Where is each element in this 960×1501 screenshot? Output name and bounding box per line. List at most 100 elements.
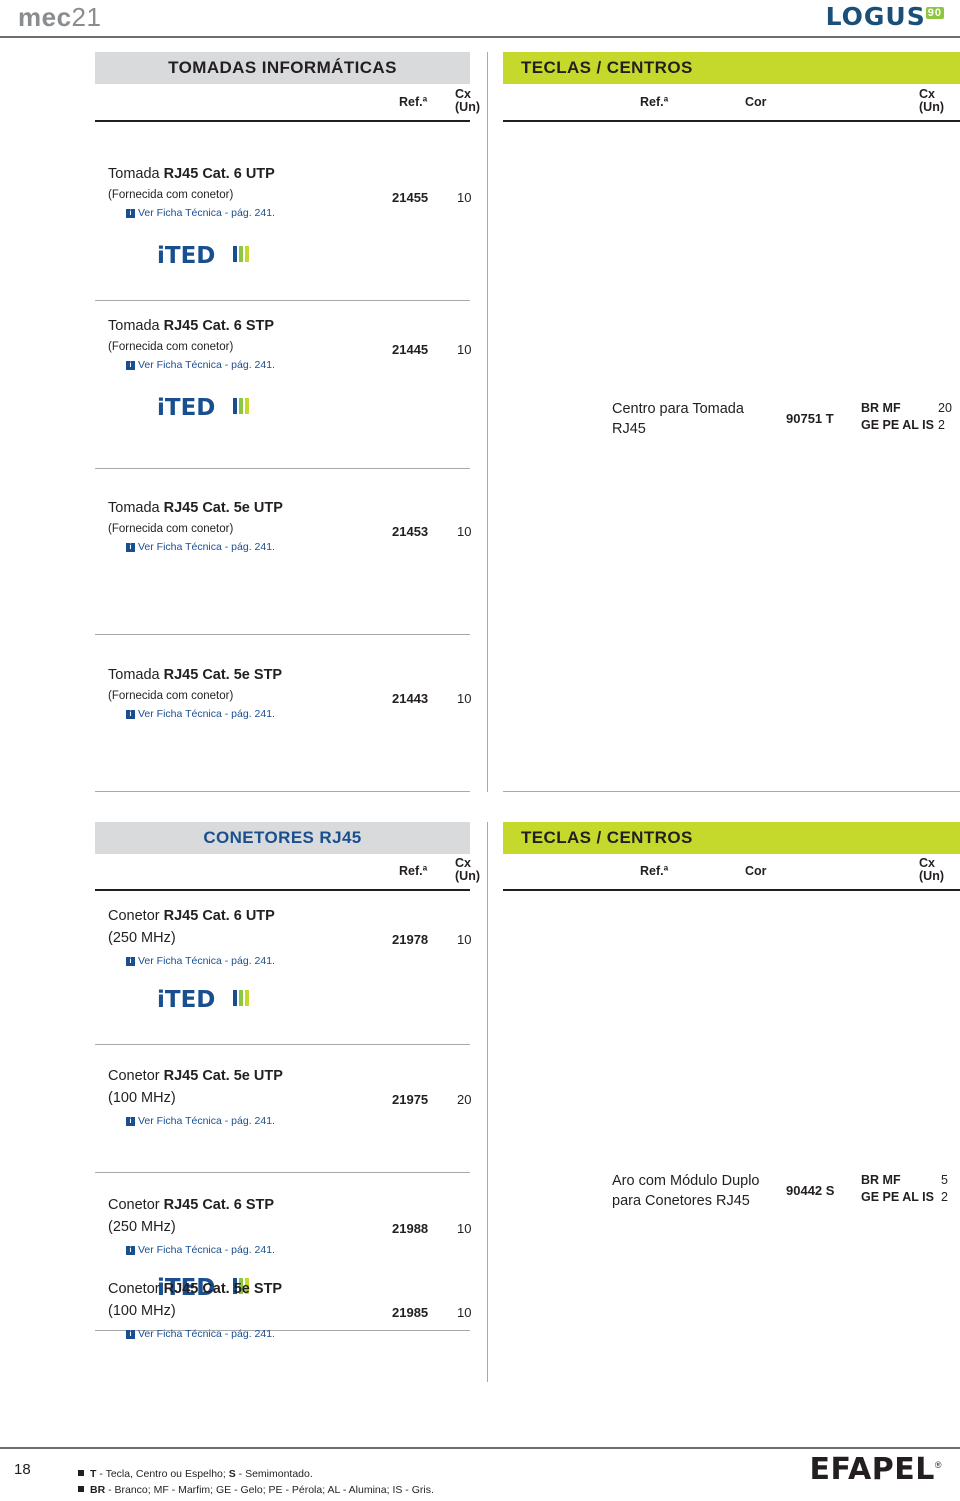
product-qty: 20 [457,1092,472,1107]
product-ref: 21445 [392,342,429,357]
column-header-cx-label-right: Cx [919,87,935,101]
bullet-icon [78,1486,84,1492]
section-title: TECLAS / CENTROS [521,828,693,847]
product-subtitle: (250 MHz) [108,1219,176,1235]
product-qty: 10 [457,1305,472,1320]
legend-rest-2: - Semimontado. [235,1468,313,1480]
column-header-un-label: (Un) [455,100,480,115]
column-header-cx-label: Cx [455,87,471,101]
info-icon: i [126,1330,135,1339]
column-header-ref-right-2: Ref.ª [640,864,669,878]
right-product-line1: Aro com Módulo Duplo [612,1173,760,1189]
info-icon: i [126,957,135,966]
datasheet-link[interactable]: i Ver Ficha Técnica - pág. 241. [126,1115,275,1127]
datasheet-link[interactable]: i Ver Ficha Técnica - pág. 241. [126,1328,275,1340]
svg-text:iTED: iTED [157,395,215,421]
product-ref: 21975 [392,1092,429,1107]
brand-mec: mec21 [18,2,101,33]
info-icon: i [126,361,135,370]
product-title-plain: Tomada [108,667,164,683]
info-icon: i [126,1246,135,1255]
product-ref: 21985 [392,1305,429,1320]
svg-text:iTED: iTED [157,987,215,1013]
legend-rest-1: - Tecla, Centro ou Espelho; [96,1468,229,1480]
datasheet-link[interactable]: i Ver Ficha Técnica - pág. 241. [126,541,275,553]
section-header-teclas-centros-top: TECLAS / CENTROS [503,52,960,84]
right-product-qty: 52 [941,1172,948,1206]
logus-logo-text: LOGUS [825,2,926,31]
product-title-plain: Tomada [108,166,164,182]
product-title-plain: Conetor [108,1197,164,1213]
section-title: TOMADAS INFORMÁTICAS [168,58,397,77]
product-title: Conetor RJ45 Cat. 5e STP [108,1281,282,1297]
product-qty: 10 [457,932,472,947]
right-product-ref: 90751 T [786,411,834,426]
logus-logo-sup: 90 [925,6,944,19]
product-title-bold: RJ45 Cat. 5e STP [163,667,283,683]
divider [503,791,960,792]
right-product-line1: Centro para Tomada [612,401,744,417]
legend-bold-s: S [228,1468,236,1480]
product-title: Tomada RJ45 Cat. 5e UTP [108,500,283,516]
product-subtitle: (100 MHz) [108,1303,176,1319]
divider-right-head [503,120,960,122]
datasheet-text: Ver Ficha Técnica - pág. 241. [138,541,275,553]
column-header-cor-right-2: Cor [745,864,767,878]
product-title-bold: RJ45 Cat. 5e UTP [163,1068,283,1084]
product-title-bold: RJ45 Cat. 5e UTP [163,500,283,516]
product-title-bold: RJ45 Cat. 6 UTP [163,908,275,924]
color-line2: GE PE AL IS [861,417,934,432]
footer-divider [0,1447,960,1449]
product-title-plain: Conetor [108,1281,164,1297]
divider [95,1044,470,1045]
qty-line2: 2 [938,417,945,432]
datasheet-text: Ver Ficha Técnica - pág. 241. [138,1115,275,1127]
product-title-bold: RJ45 Cat. 6 STP [163,1197,275,1213]
page-number: 18 [14,1461,31,1478]
column-divider-2 [487,822,488,1382]
product-title: Tomada RJ45 Cat. 5e STP [108,667,282,683]
section-header-tomadas-informaticas: TOMADAS INFORMÁTICAS [95,52,470,84]
divider-left-head-2 [95,889,470,891]
qty-line2: 2 [941,1189,948,1204]
color-line2: GE PE AL IS [861,1189,934,1204]
column-header-un-label-2: (Un) [455,869,480,884]
divider [95,1172,470,1173]
column-header-cor-right: Cor [745,95,767,109]
product-title-plain: Tomada [108,318,164,334]
right-product-colors: BR MF GE PE AL IS [861,400,934,434]
product-subtitle: (250 MHz) [108,930,176,946]
column-header-ref: Ref.ª [399,95,428,109]
column-header-ref-right: Ref.ª [640,95,669,109]
datasheet-link[interactable]: i Ver Ficha Técnica - pág. 241. [126,955,275,967]
column-header-un-label-right: (Un) [919,100,944,115]
product-title-bold: RJ45 Cat. 6 STP [163,318,275,334]
product-qty: 10 [457,1221,472,1236]
datasheet-link[interactable]: i Ver Ficha Técnica - pág. 241. [126,207,275,219]
product-subtitle: (Fornecida com conetor) [108,341,234,353]
product-title: Tomada RJ45 Cat. 6 UTP [108,166,275,182]
section-title: TECLAS / CENTROS [521,58,693,77]
section-title: CONETORES RJ45 [203,828,362,847]
right-product-ref: 90442 S [786,1183,835,1198]
ited-logo-icon: iTED [157,395,249,421]
column-header-cx-right-2: Cx (Un) [919,856,944,883]
datasheet-text: Ver Ficha Técnica - pág. 241. [138,207,275,219]
product-title: Conetor RJ45 Cat. 5e UTP [108,1068,283,1084]
divider [95,468,470,469]
right-product-line2: RJ45 [612,420,646,437]
right-product-title: Centro para Tomada RJ45 [612,400,744,439]
efapel-logo: EFAPEL® [810,1452,943,1487]
divider [95,300,470,301]
product-subtitle: (Fornecida com conetor) [108,189,234,201]
datasheet-link[interactable]: i Ver Ficha Técnica - pág. 241. [126,1244,275,1256]
section-header-conetores-rj45: CONETORES RJ45 [95,822,470,854]
product-title: Tomada RJ45 Cat. 6 STP [108,318,274,334]
divider-right-head-2 [503,889,960,891]
color-line1: BR MF [861,1173,901,1187]
datasheet-link[interactable]: i Ver Ficha Técnica - pág. 241. [126,359,275,371]
product-ref: 21988 [392,1221,429,1236]
datasheet-link[interactable]: i Ver Ficha Técnica - pág. 241. [126,708,275,720]
divider-left-head [95,120,470,122]
product-ref: 21443 [392,691,429,706]
